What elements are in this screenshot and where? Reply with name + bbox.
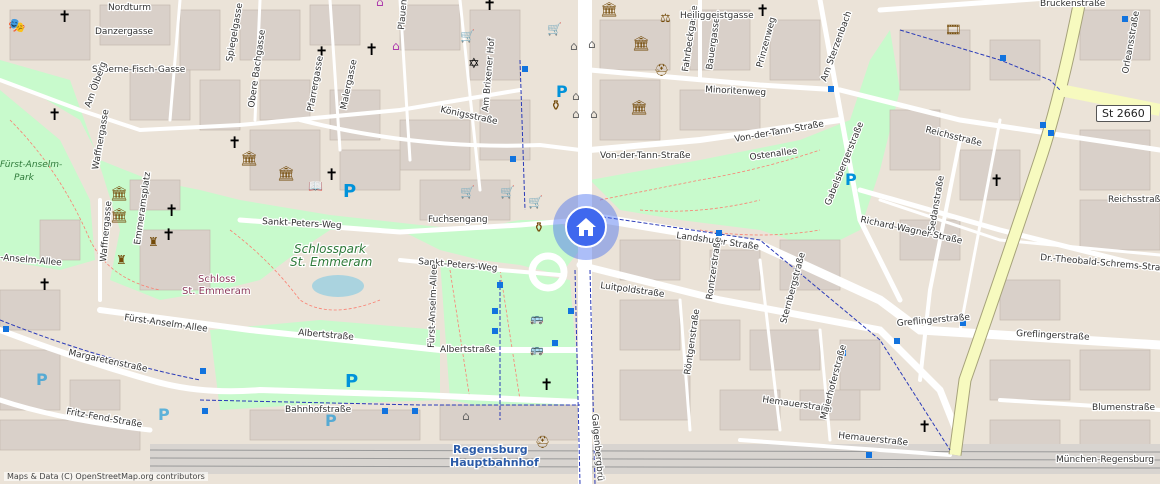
svg-text:✝: ✝ (162, 225, 175, 244)
svg-text:🚌: 🚌 (530, 312, 544, 325)
svg-text:📖: 📖 (308, 179, 323, 193)
label-schloss-2: St. Emmeram (182, 286, 251, 297)
svg-text:♜: ♜ (116, 253, 127, 267)
svg-text:🛒: 🛒 (528, 195, 543, 209)
label-fuchsengang: Fuchsengang (428, 215, 488, 225)
svg-text:P: P (345, 371, 358, 392)
svg-text:⌂: ⌂ (572, 89, 580, 103)
svg-text:✝: ✝ (165, 201, 178, 220)
pond (312, 275, 364, 297)
svg-text:🛒: 🛒 (547, 22, 562, 36)
map-attribution: Maps & Data (C) OpenStreetMap.org contri… (4, 472, 208, 481)
svg-text:✝: ✝ (325, 165, 338, 184)
svg-text:🏛: 🏛 (277, 165, 295, 182)
svg-text:P: P (343, 181, 356, 202)
label-reichsstrasse-2: Reichsstraße (1108, 195, 1160, 205)
svg-text:🛒: 🛒 (460, 185, 475, 199)
svg-text:🎭: 🎭 (8, 18, 25, 34)
label-nordturm: Nordturm (108, 3, 151, 13)
svg-text:✡: ✡ (468, 56, 480, 72)
svg-text:🏛: 🏛 (600, 1, 618, 18)
svg-text:✝: ✝ (58, 7, 71, 26)
svg-text:✝: ✝ (918, 417, 931, 436)
svg-text:🎞: 🎞 (945, 23, 962, 38)
svg-text:⌂: ⌂ (376, 0, 384, 9)
label-bruckenstrasse: Brückenstraße (1040, 0, 1106, 9)
label-blumenstrasse: Blumenstraße (1092, 403, 1155, 413)
svg-text:P: P (845, 170, 857, 189)
label-station-line2: Hauptbahnhof (450, 456, 539, 469)
label-furst-anselm-park-2: Park (14, 173, 35, 183)
svg-text:⛑: ⛑ (535, 435, 550, 449)
label-schlosspark: Schlosspark (294, 242, 367, 256)
svg-text:⌂: ⌂ (570, 39, 578, 53)
svg-text:🏛: 🏛 (110, 185, 128, 202)
svg-text:🚌: 🚌 (530, 343, 544, 356)
map-canvas[interactable]: ✝ ✝ ✝ ✝ ✝ ✝ ✝ ✝ ✝ ✝ ✝ ✝ ✝ ✝ ✡ P P P P P … (0, 0, 1160, 484)
svg-text:P: P (36, 370, 48, 389)
label-munchen-regensburg: München-Regensburg (1056, 455, 1154, 465)
svg-text:✝: ✝ (228, 133, 241, 152)
svg-text:⌂: ⌂ (588, 37, 596, 51)
svg-text:⚖: ⚖ (660, 11, 671, 25)
label-heiliggeistgasse: Heiliggeistgasse (680, 11, 754, 21)
svg-text:🏛: 🏛 (240, 150, 258, 167)
location-marker[interactable] (553, 194, 619, 260)
label-station-line1: Regensburg (453, 443, 528, 456)
railway (149, 444, 1160, 474)
label-furst-anselm-park: Fürst-Anselm- (0, 160, 62, 170)
svg-text:✝: ✝ (540, 375, 553, 394)
svg-text:⛑: ⛑ (654, 63, 669, 77)
label-schloss: Schloss (198, 274, 236, 285)
svg-text:🛒: 🛒 (500, 185, 515, 199)
svg-text:✝: ✝ (365, 40, 378, 59)
svg-text:✝: ✝ (990, 171, 1003, 190)
svg-text:⚱: ⚱ (550, 98, 562, 114)
svg-text:⚱: ⚱ (533, 220, 545, 236)
svg-text:🏛: 🏛 (630, 99, 648, 116)
svg-text:🛒: 🛒 (460, 29, 475, 43)
svg-text:✝: ✝ (38, 275, 51, 294)
label-danzergasse: Danzergasse (95, 27, 154, 37)
svg-text:⌂: ⌂ (572, 107, 580, 121)
svg-text:✝: ✝ (483, 0, 496, 14)
svg-text:🏛: 🏛 (632, 35, 650, 52)
svg-text:P: P (158, 405, 170, 424)
label-bahnhofstrasse: Bahnhofstraße (285, 405, 352, 415)
svg-text:⌂: ⌂ (590, 107, 598, 121)
svg-text:✝: ✝ (48, 105, 61, 124)
svg-text:♜: ♜ (148, 235, 159, 249)
label-albertstrasse-2: Albertstraße (440, 345, 496, 355)
label-schlosspark-2: St. Emmeram (290, 255, 372, 269)
svg-text:⌂: ⌂ (462, 409, 470, 423)
label-von-der-tann-strasse-2: Von-der-Tann-Straße (600, 151, 691, 161)
home-icon[interactable] (565, 206, 607, 248)
svg-text:⌂: ⌂ (392, 39, 400, 53)
route-shield-st2660: St 2660 (1096, 105, 1151, 122)
